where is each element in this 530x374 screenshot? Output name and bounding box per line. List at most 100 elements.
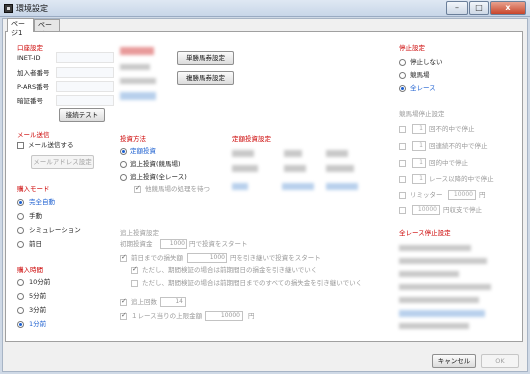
redacted-value — [232, 183, 248, 190]
place-bet-settings-button[interactable]: 複勝馬券設定 — [177, 71, 234, 85]
chase-count-label: 追上回数 — [131, 298, 157, 306]
time-10min-radio[interactable] — [17, 279, 24, 286]
time-3min-radio[interactable] — [17, 307, 24, 314]
race-limit-checkbox[interactable] — [120, 311, 127, 320]
track-stop-checkbox-2[interactable] — [399, 143, 406, 150]
inet-id-label: INET-ID — [17, 54, 41, 62]
redacted-value — [399, 271, 459, 277]
track-stop-field-2[interactable]: 1 — [412, 141, 426, 151]
initial-bet-label: 初期投資金 — [120, 240, 153, 248]
profit-stop-label: 円収支で停止 — [443, 206, 482, 214]
cancel-button[interactable]: キャンセル — [432, 354, 476, 368]
send-mail-checkbox[interactable] — [17, 142, 24, 149]
pars-number-field[interactable] — [56, 81, 114, 92]
mode-auto-label: 完全自動 — [29, 198, 55, 206]
mode-manual-radio[interactable] — [17, 213, 24, 220]
purchase-mode-heading: 購入モード — [17, 185, 50, 193]
profit-stop-checkbox[interactable] — [399, 207, 406, 214]
previous-loss-field[interactable]: 1000 — [187, 253, 227, 263]
pin-label: 暗証番号 — [17, 97, 43, 105]
chase-count-checkbox[interactable] — [120, 297, 127, 306]
track-stop-label-3: 回的中で停止 — [429, 159, 468, 167]
track-stop-field-3[interactable]: 1 — [412, 158, 426, 168]
track-stop-checkbox-1[interactable] — [399, 126, 406, 133]
purchase-time-heading: 購入時間 — [17, 266, 43, 274]
redacted-value — [326, 150, 348, 157]
account-heading: 口座設定 — [17, 44, 43, 52]
mode-simulation-radio[interactable] — [17, 227, 24, 234]
stop-track-radio[interactable] — [399, 72, 406, 79]
single-bet-settings-button[interactable]: 単勝馬券設定 — [177, 51, 234, 65]
limiter-label: リミッター — [410, 191, 443, 199]
stop-heading: 停止設定 — [399, 44, 425, 52]
track-stop-checkbox-3[interactable] — [399, 160, 406, 167]
pin-field[interactable] — [56, 95, 114, 106]
redacted-value — [326, 165, 354, 172]
bet-method-heading: 投資方法 — [120, 135, 146, 143]
app-icon — [4, 4, 13, 13]
redacted-value — [120, 92, 156, 100]
subscriber-number-label: 加入者番号 — [17, 69, 50, 77]
track-stop-label-4: レース以降的中で停止 — [429, 175, 494, 183]
stop-all-radio[interactable] — [399, 85, 406, 92]
tab-page2[interactable]: ページ2 — [34, 19, 60, 38]
carry-all-loss-checkbox[interactable] — [131, 280, 138, 287]
carry-all-loss-note: ただし、期間検証の場合は前期間日までのすべての損失金を引き継いでいく — [142, 279, 363, 287]
method-fixed-label: 定額投資 — [130, 147, 156, 155]
carry-loss-checkbox[interactable] — [131, 265, 138, 274]
mail-heading: メール送信 — [17, 131, 50, 139]
time-10min-label: 10分前 — [29, 278, 51, 286]
redacted-value — [399, 258, 487, 264]
track-stop-field-1[interactable]: 1 — [412, 124, 426, 134]
redacted-value — [120, 78, 156, 84]
method-chase-all-radio[interactable] — [120, 174, 127, 181]
minimize-button[interactable]: – — [446, 1, 468, 15]
track-stop-label-2: 回連続不的中で停止 — [429, 142, 488, 150]
ok-button[interactable]: OK — [481, 354, 519, 368]
time-1min-radio[interactable] — [17, 321, 24, 328]
previous-loss-suffix: 円を引き継いで投資をスタート — [230, 254, 321, 262]
limiter-checkbox[interactable] — [399, 192, 406, 199]
race-limit-field[interactable]: 10000 — [205, 311, 243, 321]
chase-count-field[interactable]: 14 — [160, 297, 186, 307]
time-3min-label: 3分前 — [29, 306, 47, 314]
inet-id-field[interactable] — [56, 52, 114, 63]
limiter-field[interactable]: 10000 — [448, 190, 476, 200]
connection-test-button[interactable]: 接続テスト — [59, 108, 105, 122]
mode-previous-day-label: 前日 — [29, 240, 42, 248]
redacted-value — [326, 183, 358, 190]
mode-previous-day-radio[interactable] — [17, 241, 24, 248]
redacted-value — [232, 150, 254, 157]
redacted-value — [120, 64, 150, 70]
subscriber-number-field[interactable] — [56, 67, 114, 78]
method-chase-all-label: 追上投資(全レース) — [130, 173, 187, 181]
method-fixed-radio[interactable] — [120, 148, 127, 155]
race-limit-label: １レース当りの上限金額 — [131, 312, 203, 320]
tab-page1[interactable]: ページ1 — [7, 18, 34, 37]
mode-simulation-label: シミュレーション — [29, 226, 81, 234]
stop-none-radio[interactable] — [399, 59, 406, 66]
initial-bet-field[interactable]: 1000 — [160, 239, 187, 249]
method-chase-track-label: 追上投資(競馬場) — [130, 160, 181, 168]
fixed-bet-heading: 定額投資設定 — [232, 135, 271, 143]
previous-loss-checkbox[interactable] — [120, 253, 127, 262]
track-stop-field-4[interactable]: 1 — [412, 174, 426, 184]
chase-heading: 追上投資設定 — [120, 229, 159, 237]
maximize-button[interactable]: □ — [469, 1, 489, 15]
race-limit-unit: 円 — [248, 312, 255, 320]
mode-auto-radio[interactable] — [17, 199, 24, 206]
wait-other-tracks-checkbox[interactable] — [134, 184, 141, 193]
mail-address-button[interactable]: メールアドレス設定 — [31, 155, 94, 169]
close-button[interactable]: x — [490, 1, 526, 15]
all-race-stop-heading: 全レース停止設定 — [399, 229, 451, 237]
profit-stop-field[interactable]: 10000 — [412, 205, 440, 215]
redacted-value — [120, 47, 154, 55]
redacted-value — [282, 183, 314, 190]
send-mail-label: メール送信する — [28, 141, 74, 149]
stop-none-label: 停止しない — [410, 58, 443, 66]
method-chase-track-radio[interactable] — [120, 161, 127, 168]
redacted-value — [399, 310, 485, 317]
track-stop-heading: 競馬場停止設定 — [399, 110, 445, 118]
time-5min-radio[interactable] — [17, 293, 24, 300]
track-stop-checkbox-4[interactable] — [399, 176, 406, 183]
